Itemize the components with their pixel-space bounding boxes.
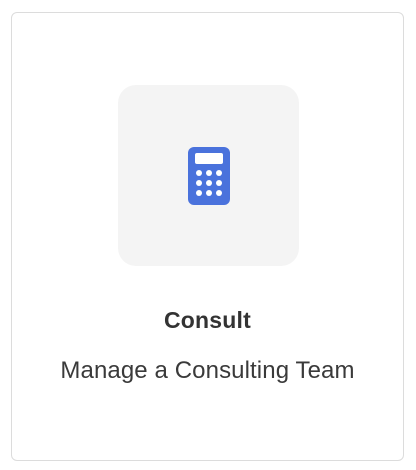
consult-card[interactable]: Consult Manage a Consulting Team: [11, 12, 404, 461]
calculator-icon: [187, 146, 230, 205]
card-title: Consult: [164, 307, 251, 333]
card-subtitle: Manage a Consulting Team: [60, 357, 355, 384]
icon-tile: [118, 85, 299, 266]
